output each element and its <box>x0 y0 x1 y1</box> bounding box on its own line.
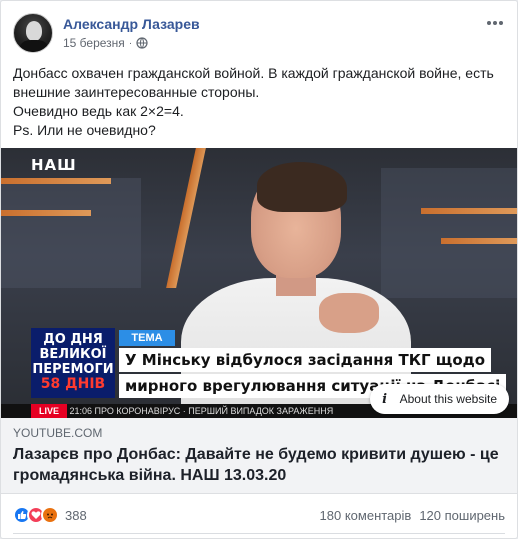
post-meta: 15 березня · <box>63 36 148 50</box>
avatar-body <box>20 40 48 52</box>
reactions-summary[interactable]: 388 <box>13 506 87 524</box>
post-header: Александр Лазарев 15 березня · <box>13 13 505 55</box>
days-badge: ДО ДНЯ ВЕЛИКОЇ ПЕРЕМОГИ 58 ДНІВ <box>31 328 115 398</box>
badge-line: ДО ДНЯ <box>43 332 103 347</box>
video-thumbnail[interactable]: НАШ ДО ДНЯ ВЕЛИКОЇ ПЕРЕМОГИ 58 ДНІВ ТЕМА… <box>1 148 517 418</box>
studio-panel <box>381 168 517 298</box>
about-website-label: About this website <box>399 392 497 406</box>
badge-line: ВЕЛИКОЇ <box>39 347 107 362</box>
post-text-line: Очевидно ведь как 2×2=4. <box>13 103 184 119</box>
link-domain: YOUTUBE.COM <box>13 426 103 440</box>
presenter-hand <box>319 293 379 333</box>
meta-separator: · <box>128 37 133 49</box>
reactions-count: 388 <box>65 507 87 523</box>
divider <box>13 533 505 534</box>
shares-count[interactable]: 120 поширень <box>419 508 505 523</box>
avatar[interactable] <box>13 13 53 53</box>
author-name[interactable]: Александр Лазарев <box>63 16 200 32</box>
post-card: Александр Лазарев 15 березня · Донбасс о… <box>0 0 518 539</box>
avatar-face <box>26 21 42 41</box>
badge-days-count: 58 ДНІВ <box>40 376 106 392</box>
channel-logo: НАШ <box>31 156 77 174</box>
ticker-text: 21:06 ПРО КОРОНАВІРУС · ПЕРШИЙ ВИПАДОК З… <box>69 406 334 416</box>
post-text: Донбасс охвачен гражданской войной. В ка… <box>13 64 503 140</box>
topic-tag: ТЕМА <box>119 330 175 346</box>
badge-line: ПЕРЕМОГИ <box>32 362 114 377</box>
studio-light <box>1 210 91 216</box>
post-text-line: Ps. Или не очевидно? <box>13 122 156 138</box>
more-icon-dot <box>493 21 497 25</box>
post-date[interactable]: 15 березня <box>63 36 125 50</box>
studio-light <box>1 178 111 184</box>
more-icon-dot <box>487 21 491 25</box>
video-headline: У Мінську відбулося засідання ТКГ щодо <box>119 348 492 372</box>
angry-icon <box>41 506 59 524</box>
link-title[interactable]: Лазарєв про Донбас: Давайте не будемо кр… <box>13 444 505 486</box>
studio-light <box>166 148 206 288</box>
info-icon: i <box>382 391 388 407</box>
studio-panel <box>1 178 141 288</box>
post-text-line: Донбасс охвачен гражданской войной. В ка… <box>13 65 494 100</box>
more-options-button[interactable] <box>485 15 505 31</box>
globe-icon[interactable] <box>136 37 148 49</box>
about-website-button[interactable]: i About this website <box>369 384 509 414</box>
link-preview[interactable]: YOUTUBE.COM Лазарєв про Донбас: Давайте … <box>1 418 517 494</box>
stats-right: 180 коментарів 120 поширень <box>320 508 505 523</box>
studio-light <box>441 238 517 244</box>
more-icon-dot <box>499 21 503 25</box>
post-stats: 388 180 коментарів 120 поширень <box>13 504 505 526</box>
comments-count[interactable]: 180 коментарів <box>320 508 412 523</box>
presenter-hair <box>257 162 347 212</box>
studio-light <box>421 208 517 214</box>
live-badge: LIVE <box>31 404 68 418</box>
